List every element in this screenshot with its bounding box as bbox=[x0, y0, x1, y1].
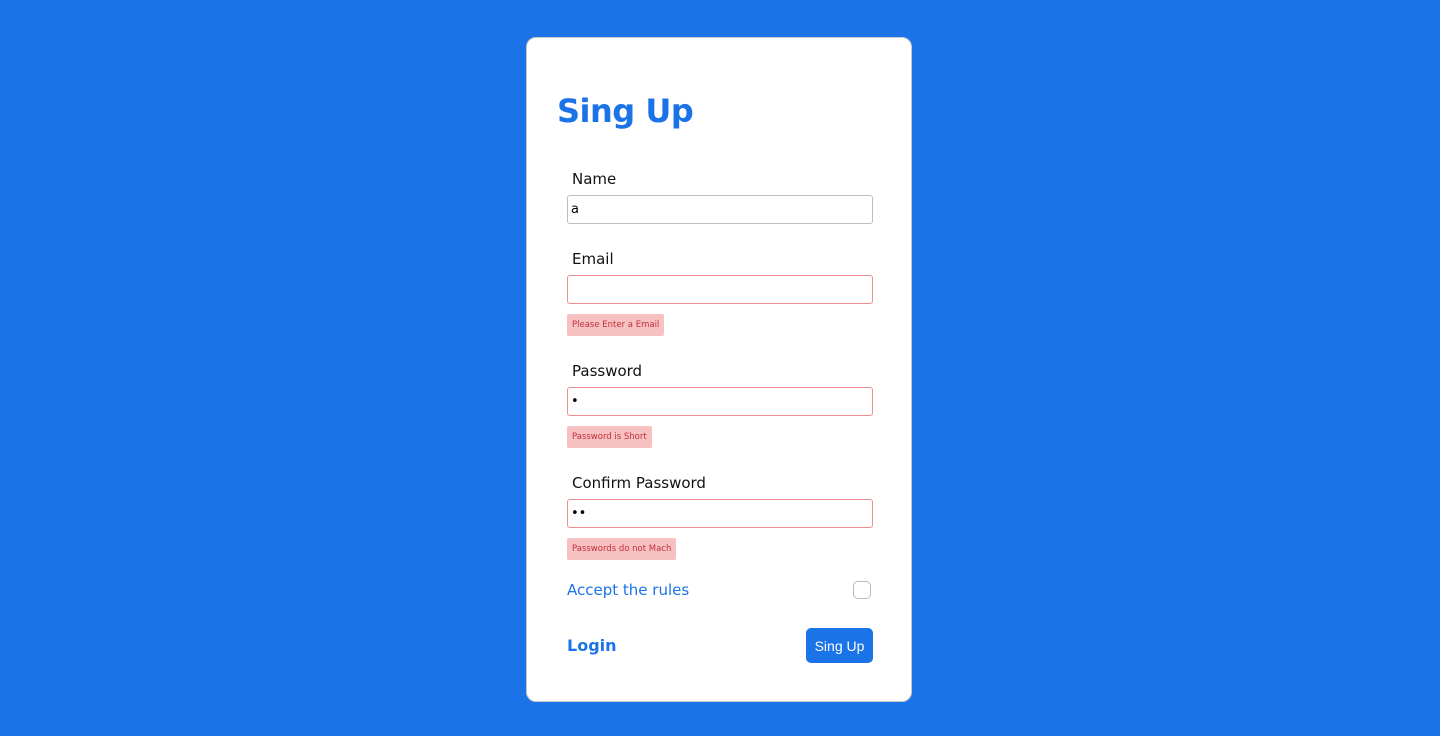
signup-card: Sing Up Name Email Please Enter a Email … bbox=[526, 37, 912, 702]
confirm-password-label: Confirm Password bbox=[572, 474, 706, 492]
name-field-group: Name bbox=[567, 170, 873, 224]
password-label: Password bbox=[572, 362, 643, 380]
form-actions: Login Sing Up bbox=[567, 628, 873, 663]
email-field-group: Email Please Enter a Email bbox=[567, 250, 873, 336]
password-error-badge: Password is Short bbox=[567, 426, 652, 448]
confirm-password-field-group: Confirm Password Passwords do not Mach bbox=[567, 474, 873, 560]
name-label: Name bbox=[572, 170, 617, 188]
confirm-password-error-badge: Passwords do not Mach bbox=[567, 538, 677, 560]
email-label: Email bbox=[572, 250, 614, 268]
page-title: Sing Up bbox=[557, 92, 694, 130]
name-input[interactable] bbox=[567, 195, 873, 224]
login-link[interactable]: Login bbox=[567, 636, 617, 655]
signup-button[interactable]: Sing Up bbox=[806, 628, 873, 663]
accept-rules-label: Accept the rules bbox=[567, 581, 690, 599]
email-error-badge: Please Enter a Email bbox=[567, 314, 665, 336]
password-field-group: Password Password is Short bbox=[567, 362, 873, 448]
accept-rules-checkbox[interactable] bbox=[853, 581, 871, 599]
email-input[interactable] bbox=[567, 275, 873, 304]
accept-rules-row: Accept the rules bbox=[567, 581, 873, 599]
confirm-password-input[interactable] bbox=[567, 499, 873, 528]
password-input[interactable] bbox=[567, 387, 873, 416]
